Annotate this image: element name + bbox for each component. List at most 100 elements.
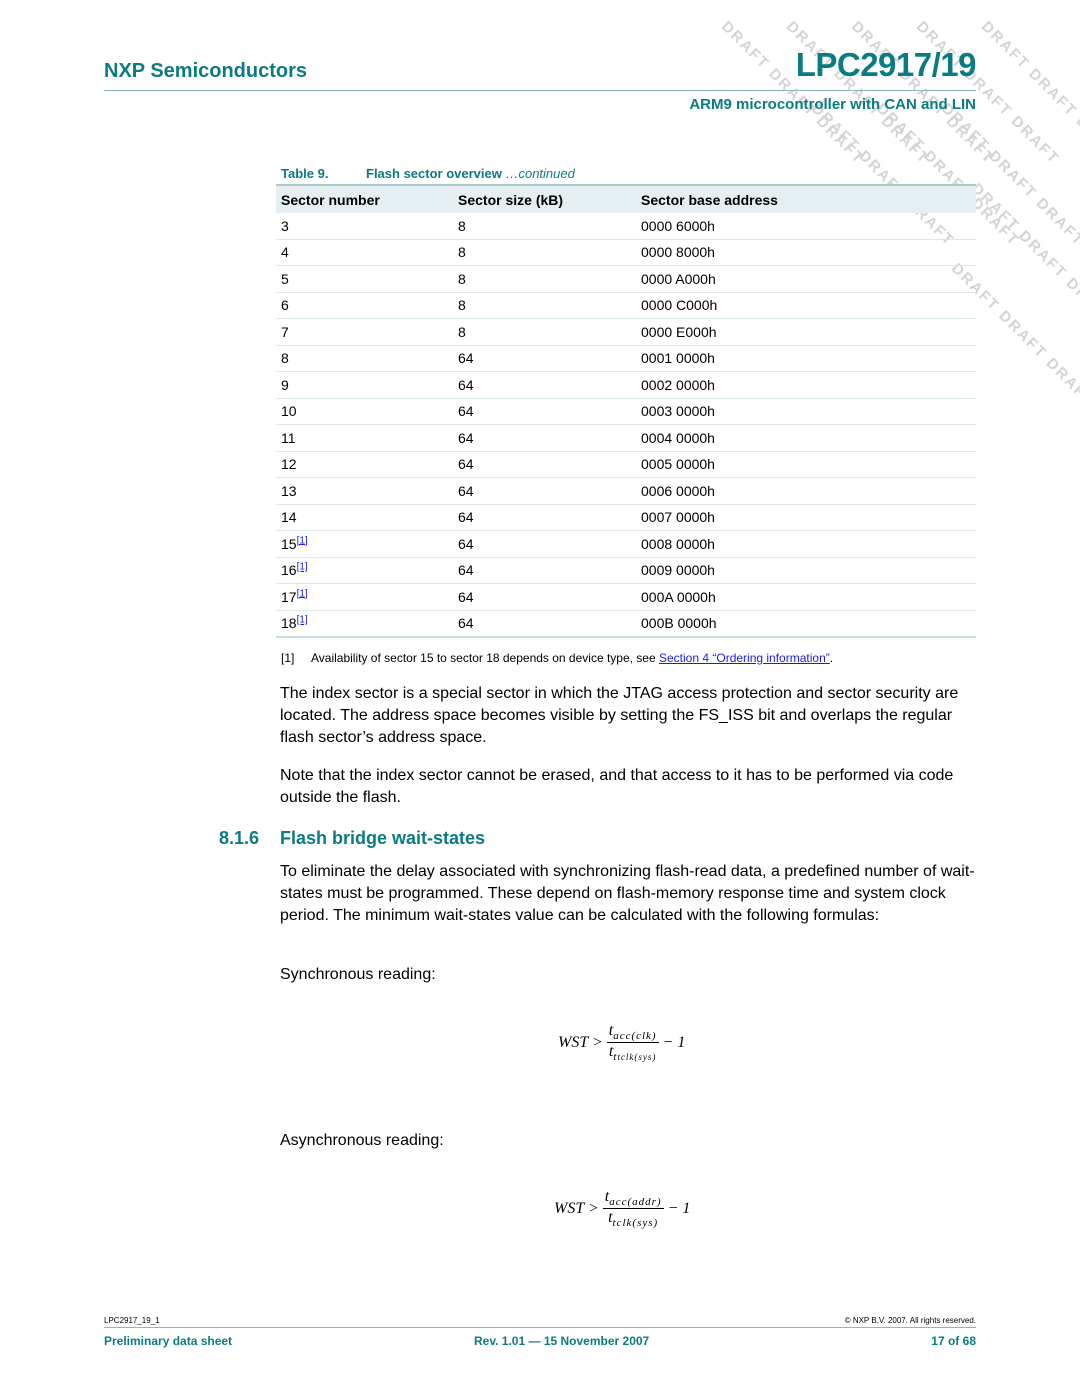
- sector-number-cell: 3: [276, 213, 453, 240]
- footer-revision: Rev. 1.01 — 15 November 2007: [474, 1334, 650, 1348]
- sector-address-cell: 0000 C000h: [636, 292, 976, 319]
- sector-address-cell: 0000 8000h: [636, 239, 976, 266]
- footnote-reference-link[interactable]: [1]: [297, 535, 308, 546]
- formula-numerator: tacc(clk): [606, 1022, 659, 1043]
- sector-size-cell: 64: [453, 583, 636, 611]
- formula-denominator: ttclk(sys): [606, 1209, 660, 1229]
- table-row: 3 8 0000 6000h: [276, 213, 976, 240]
- sector-number-cell: 18[1]: [276, 610, 453, 638]
- formula-lhs: WST >: [554, 1199, 599, 1217]
- sector-number-cell: 5: [276, 265, 453, 293]
- sector-size-cell: 64: [453, 451, 636, 478]
- sector-size-cell: 64: [453, 504, 636, 531]
- sector-address-cell: 000B 0000h: [636, 610, 976, 638]
- footer-divider: [104, 1327, 976, 1328]
- sector-size-cell: 64: [453, 398, 636, 425]
- table-row: 15[1] 64 0008 0000h: [276, 530, 976, 558]
- footnote-reference-link[interactable]: [1]: [297, 588, 308, 599]
- section-title: Flash bridge wait-states: [280, 828, 486, 848]
- sector-number-cell: 6: [276, 292, 453, 319]
- footnote-reference-link[interactable]: [1]: [297, 615, 308, 626]
- sector-number: 12: [281, 456, 297, 473]
- formula-rhs: − 1: [662, 1033, 686, 1051]
- column-header-sector-size: Sector size (kB): [453, 184, 636, 213]
- asynchronous-reading-label: Asynchronous reading:: [280, 1132, 444, 1149]
- sector-address-cell: 0001 0000h: [636, 345, 976, 372]
- sector-number: 13: [281, 482, 297, 499]
- column-header-sector-number: Sector number: [276, 184, 453, 213]
- section-heading: 8.1.6 Flash bridge wait-states: [219, 828, 485, 849]
- synchronous-reading-label: Synchronous reading:: [280, 966, 436, 983]
- sector-size-cell: 64: [453, 371, 636, 399]
- table-continued: …continued: [505, 166, 575, 181]
- numerator-subscript: acc(clk): [613, 1030, 657, 1042]
- sector-number-cell: 13: [276, 477, 453, 505]
- sector-size-cell: 64: [453, 610, 636, 638]
- sector-size-cell: 8: [453, 265, 636, 293]
- footer-document-type: Preliminary data sheet: [104, 1334, 233, 1348]
- ordering-information-link[interactable]: Section 4 “Ordering information”: [659, 651, 830, 665]
- table-row: 11 64 0004 0000h: [276, 424, 976, 452]
- table-footnote: [1] Availability of sector 15 to sector 1…: [281, 651, 833, 665]
- table-row: 14 64 0007 0000h: [276, 504, 976, 531]
- sector-size-cell: 64: [453, 477, 636, 505]
- footnote-text: Availability of sector 15 to sector 18 d…: [311, 651, 659, 665]
- sector-size-cell: 64: [453, 557, 636, 584]
- table-row: 18[1] 64 000B 0000h: [276, 610, 976, 638]
- draft-watermark-text: DRAFT DRAFT DRAFT: [967, 180, 1080, 330]
- formula-fraction: tacc(addr) ttclk(sys): [602, 1188, 664, 1229]
- column-header-base-address: Sector base address: [636, 184, 976, 213]
- header-divider: [104, 90, 976, 91]
- company-name: NXP Semiconductors: [104, 60, 308, 82]
- sector-number-cell: 16[1]: [276, 557, 453, 584]
- table-row: 8 64 0001 0000h: [276, 345, 976, 372]
- sector-number: 9: [281, 376, 289, 393]
- sector-number-cell: 12: [276, 451, 453, 478]
- sector-number: 8: [281, 350, 289, 367]
- footnote-reference-link[interactable]: [1]: [297, 562, 308, 573]
- sector-address-cell: 0003 0000h: [636, 398, 976, 425]
- table-label: Table 9.: [281, 166, 329, 181]
- sector-address-cell: 0007 0000h: [636, 504, 976, 531]
- draft-watermark-text: DRAFT DRAFT DRAFT: [717, 18, 868, 168]
- sector-address-cell: 0002 0000h: [636, 371, 976, 399]
- section-number: 8.1.6: [219, 828, 260, 848]
- formula-numerator: tacc(addr): [602, 1188, 664, 1209]
- sector-number: 5: [281, 270, 289, 287]
- sector-address-cell: 0000 6000h: [636, 213, 976, 240]
- denominator-subscript: tclk(sys): [617, 1052, 657, 1062]
- sector-address-cell: 0000 A000h: [636, 265, 976, 293]
- sector-address-cell: 0009 0000h: [636, 557, 976, 584]
- sector-number-cell: 11: [276, 424, 453, 452]
- sector-address-cell: 0000 E000h: [636, 318, 976, 346]
- formula-fraction: tacc(clk) tttclk(sys): [606, 1022, 659, 1063]
- sector-address-cell: 0005 0000h: [636, 451, 976, 478]
- asynchronous-formula: WST > tacc(addr) ttclk(sys) − 1: [554, 1188, 690, 1229]
- wait-states-paragraph: To eliminate the delay associated with s…: [280, 863, 975, 924]
- sector-address-cell: 0004 0000h: [636, 424, 976, 452]
- draft-watermark-text: DRAFT DRAFT DRAFT: [782, 18, 933, 168]
- sector-size-cell: 64: [453, 530, 636, 558]
- sector-size-cell: 64: [453, 345, 636, 372]
- synchronous-formula: WST > tacc(clk) tttclk(sys) − 1: [558, 1022, 685, 1063]
- index-sector-paragraph: The index sector is a special sector in …: [280, 685, 959, 746]
- sector-number: 17: [281, 588, 297, 605]
- sector-number-cell: 17[1]: [276, 583, 453, 611]
- table-row: 9 64 0002 0000h: [276, 371, 976, 399]
- sector-number-cell: 8: [276, 345, 453, 372]
- sector-number: 6: [281, 297, 289, 314]
- sector-number: 16: [281, 562, 297, 579]
- sector-number-cell: 7: [276, 318, 453, 346]
- table-caption: Table 9. Flash sector overview …continued: [281, 166, 575, 181]
- sector-address-cell: 0006 0000h: [636, 477, 976, 505]
- document-title: LPC2917/19: [795, 46, 977, 83]
- draft-watermark-text: DRAFT DRAFT DRAFT: [977, 18, 1080, 168]
- flash-sector-table: Sector number Sector size (kB) Sector ba…: [276, 184, 976, 638]
- table-row: 12 64 0005 0000h: [276, 451, 976, 478]
- table-row: 4 8 0000 8000h: [276, 239, 976, 266]
- table-row: 6 8 0000 C000h: [276, 292, 976, 319]
- sector-number-cell: 10: [276, 398, 453, 425]
- draft-watermark-text: DRAFT DRAFT DRAFT: [847, 18, 998, 168]
- sector-size-cell: 8: [453, 239, 636, 266]
- sector-number-cell: 9: [276, 371, 453, 399]
